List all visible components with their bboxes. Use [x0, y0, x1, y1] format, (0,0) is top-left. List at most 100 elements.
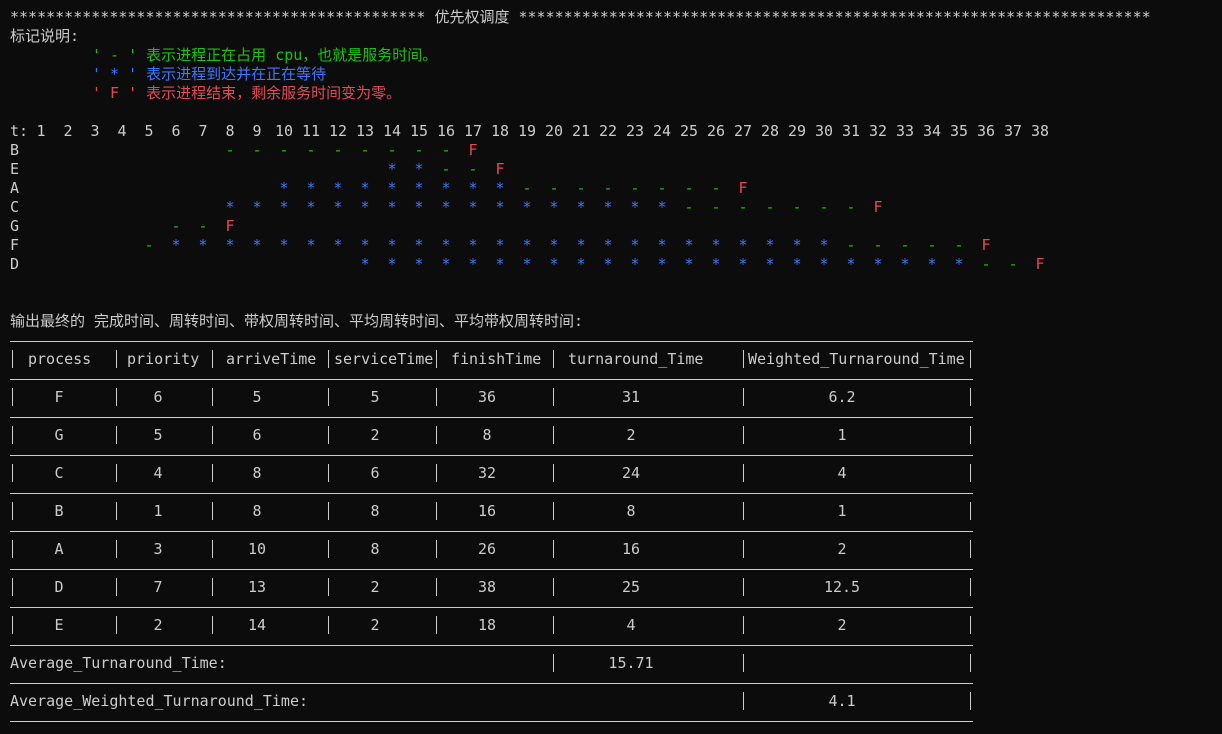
table-border	[743, 578, 744, 596]
wait-mark: *	[738, 255, 748, 273]
table-border	[328, 578, 329, 596]
table-cell: 1	[837, 502, 847, 520]
wait-mark: *	[684, 255, 694, 273]
table-cell: 2	[370, 578, 380, 596]
time-tick: 37	[1004, 122, 1023, 140]
table-border	[12, 502, 13, 520]
wait-mark: *	[873, 255, 883, 273]
wait-mark: *	[441, 198, 451, 216]
wait-mark: *	[306, 198, 316, 216]
time-tick: 19	[518, 122, 537, 140]
gantt-row-label: E	[10, 160, 20, 178]
gantt-row-F: F - * * * * * * * * * * * * * * * * * * * * * * * * * - - - - - F	[0, 236, 1222, 255]
run-mark: -	[441, 160, 451, 178]
avg-weighted-label: Average_Weighted_Turnaround_Time:	[10, 692, 309, 710]
time-tick: 1	[36, 122, 46, 140]
table-border	[743, 502, 744, 520]
wait-mark: *	[387, 255, 397, 273]
column-header: process	[28, 350, 92, 368]
run-mark: -	[846, 198, 856, 216]
table-border	[328, 540, 329, 558]
run-mark: -	[144, 236, 154, 254]
wait-mark: *	[630, 236, 640, 254]
table-cell: A	[54, 540, 64, 558]
table-border	[970, 502, 971, 520]
table-border	[970, 540, 971, 558]
run-mark: -	[711, 179, 721, 197]
table-border	[743, 692, 744, 710]
table-cell: 8	[252, 502, 262, 520]
time-tick: 16	[437, 122, 456, 140]
wait-mark: *	[657, 236, 667, 254]
run-mark: -	[981, 255, 991, 273]
table-rule	[10, 455, 973, 456]
time-tick: 2	[63, 122, 73, 140]
time-tick: 5	[144, 122, 154, 140]
gantt-row-label: C	[10, 198, 20, 216]
run-mark: -	[360, 141, 370, 159]
wait-mark: *	[576, 255, 586, 273]
run-mark: -	[684, 179, 694, 197]
table-border	[436, 502, 437, 520]
table-cell: 5	[153, 426, 163, 444]
table-border	[212, 426, 213, 444]
table-border	[970, 654, 971, 672]
table-border	[116, 540, 117, 558]
wait-mark: *	[684, 236, 694, 254]
wait-mark: *	[360, 198, 370, 216]
table-rule	[10, 645, 973, 646]
table-border	[553, 388, 554, 406]
finish-mark: F	[495, 160, 505, 178]
table-cell: 8	[482, 426, 492, 444]
title-stars-right: ****************************************…	[518, 8, 1151, 26]
table-rule	[10, 569, 973, 570]
table-rule	[10, 341, 973, 342]
table-border	[12, 426, 13, 444]
table-cell: 10	[247, 540, 267, 558]
wait-mark: *	[171, 236, 181, 254]
table-cell: 2	[153, 616, 163, 634]
time-tick: 10	[275, 122, 294, 140]
wait-mark: *	[549, 255, 559, 273]
table-border	[328, 426, 329, 444]
run-mark: -	[603, 179, 613, 197]
gantt-row-label: G	[10, 217, 20, 235]
finish-mark: F	[738, 179, 748, 197]
wait-mark: *	[468, 198, 478, 216]
time-tick: 36	[977, 122, 996, 140]
table-border	[436, 616, 437, 634]
run-mark: -	[576, 179, 586, 197]
wait-mark: *	[549, 198, 559, 216]
wait-mark: *	[414, 255, 424, 273]
time-tick: 34	[923, 122, 942, 140]
run-mark: -	[684, 198, 694, 216]
wait-mark: *	[414, 198, 424, 216]
table-cell: 26	[477, 540, 497, 558]
time-tick: 35	[950, 122, 969, 140]
table-border	[328, 616, 329, 634]
wait-mark: *	[657, 198, 667, 216]
wait-mark: *	[360, 255, 370, 273]
column-header: finishTime	[451, 350, 542, 368]
table-border	[743, 388, 744, 406]
time-tick: 30	[815, 122, 834, 140]
wait-mark: *	[819, 255, 829, 273]
legend-run: ' - ' 表示进程正在占用 cpu，也就是服务时间。	[92, 46, 438, 64]
wait-mark: *	[576, 198, 586, 216]
wait-mark: *	[495, 179, 505, 197]
wait-mark: *	[333, 198, 343, 216]
wait-mark: *	[792, 236, 802, 254]
legend-heading: 标记说明:	[10, 27, 80, 45]
table-border	[328, 464, 329, 482]
table-cell: 4	[153, 464, 163, 482]
wait-mark: *	[252, 236, 262, 254]
time-tick: 26	[707, 122, 726, 140]
time-tick: 23	[626, 122, 645, 140]
wait-mark: *	[927, 255, 937, 273]
table-border	[743, 616, 744, 634]
time-tick: 20	[545, 122, 564, 140]
gantt-row-label: F	[10, 236, 20, 254]
legend-wait: ' * ' 表示进程到达并在正在等待	[92, 65, 327, 83]
gantt-row-label: B	[10, 141, 20, 159]
table-cell: 3	[153, 540, 163, 558]
